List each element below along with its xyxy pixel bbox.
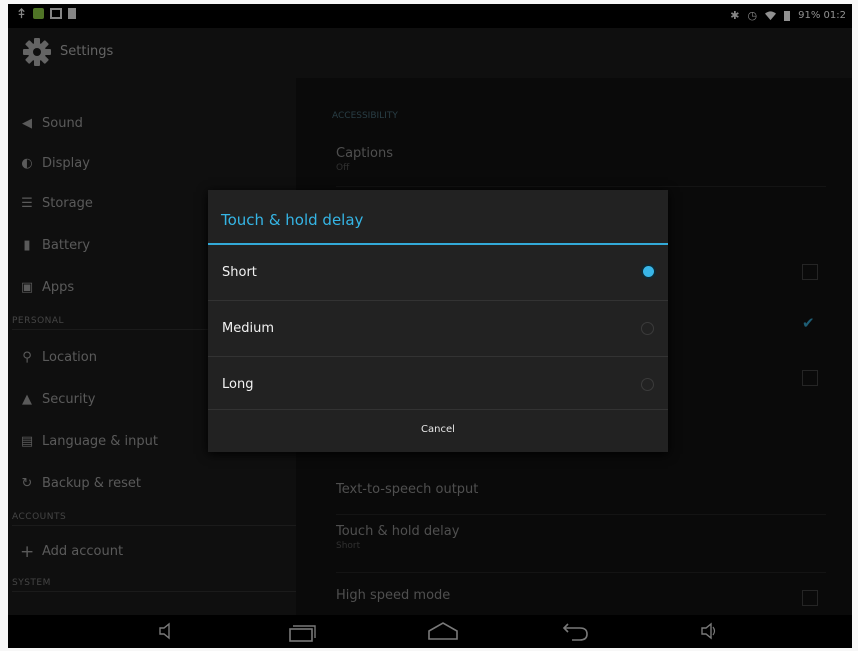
tablet-screen: ✱ ◷ 91% 01:2 Settings ◀ Sound ◐ Display … (8, 4, 852, 648)
radio-unselected-icon[interactable] (641, 378, 654, 391)
option-label: Short (222, 265, 257, 280)
option-short[interactable]: Short (208, 245, 668, 300)
option-medium[interactable]: Medium (208, 301, 668, 356)
dialog-title: Touch & hold delay (221, 211, 364, 229)
cancel-button[interactable]: Cancel (208, 410, 668, 452)
option-long[interactable]: Long (208, 357, 668, 412)
option-label: Long (222, 377, 254, 392)
option-label: Medium (222, 321, 274, 336)
radio-unselected-icon[interactable] (641, 322, 654, 335)
radio-selected-icon[interactable] (643, 266, 654, 277)
cancel-label: Cancel (421, 424, 455, 435)
touch-hold-delay-dialog: Touch & hold delay Short Medium Long Can… (208, 190, 668, 452)
